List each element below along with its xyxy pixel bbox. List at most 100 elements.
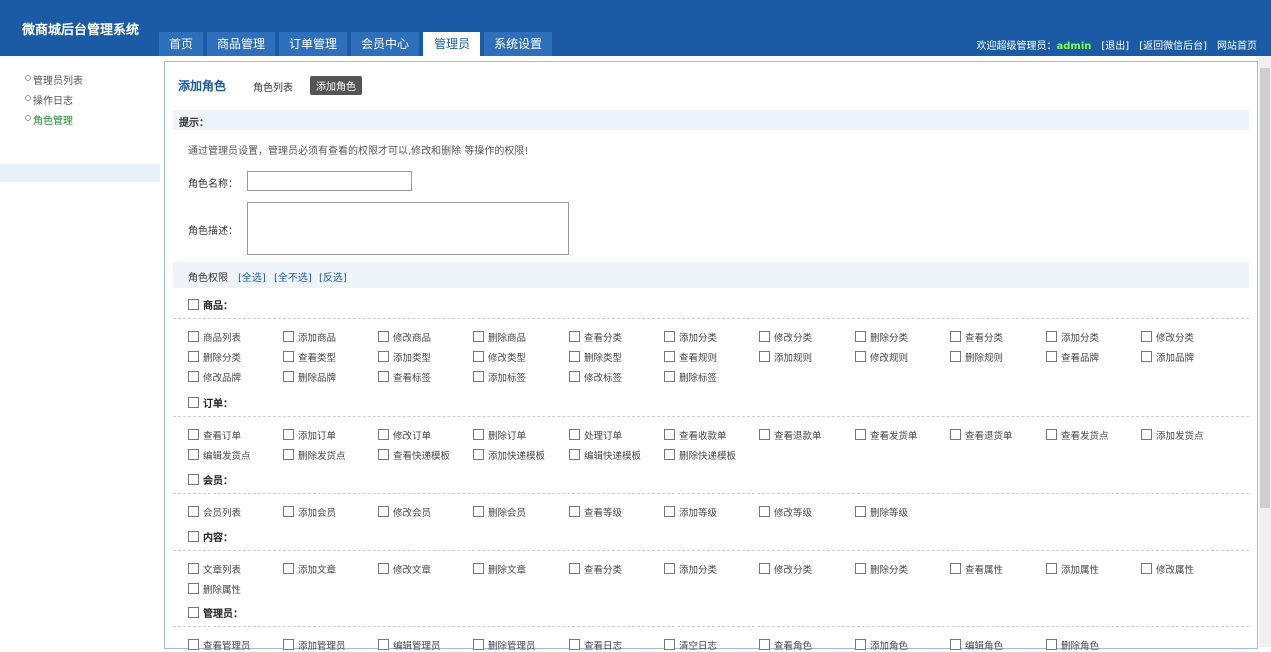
- checkbox[interactable]: [378, 331, 389, 342]
- permission-checkbox[interactable]: 商品列表: [188, 330, 241, 344]
- permission-checkbox[interactable]: 添加类型: [378, 350, 431, 364]
- permission-checkbox[interactable]: 修改商品: [378, 330, 431, 344]
- checkbox[interactable]: [759, 351, 770, 362]
- nav-tab[interactable]: 商品管理: [207, 32, 276, 56]
- checkbox[interactable]: [378, 371, 389, 382]
- permission-checkbox[interactable]: 添加分类: [1046, 330, 1099, 344]
- permission-checkbox[interactable]: 修改订单: [378, 428, 431, 442]
- permission-checkbox[interactable]: 删除订单: [473, 428, 526, 442]
- checkbox[interactable]: [378, 563, 389, 574]
- checkbox[interactable]: [569, 563, 580, 574]
- permission-checkbox[interactable]: 查看订单: [188, 428, 241, 442]
- nav-tab[interactable]: 首页: [159, 32, 204, 56]
- checkbox[interactable]: [1046, 351, 1057, 362]
- permission-checkbox[interactable]: 添加发货点: [1141, 428, 1204, 442]
- permission-checkbox[interactable]: 查看品牌: [1046, 350, 1099, 364]
- checkbox[interactable]: [664, 371, 675, 382]
- permission-checkbox[interactable]: 删除标签: [664, 370, 717, 384]
- checkbox[interactable]: [188, 429, 199, 440]
- back-wechat-link[interactable]: [返回微信后台]: [1139, 37, 1207, 52]
- checkbox[interactable]: [378, 429, 389, 440]
- permission-checkbox[interactable]: 修改标签: [569, 370, 622, 384]
- permission-checkbox[interactable]: 查看快递模板: [378, 448, 450, 462]
- permission-checkbox[interactable]: 查看收款单: [664, 428, 727, 442]
- permission-checkbox[interactable]: 会员列表: [188, 505, 241, 519]
- checkbox[interactable]: [283, 449, 294, 460]
- permission-checkbox[interactable]: 修改会员: [378, 505, 431, 519]
- checkbox[interactable]: [188, 299, 199, 310]
- checkbox[interactable]: [759, 639, 770, 650]
- checkbox[interactable]: [188, 474, 199, 485]
- permission-checkbox[interactable]: 添加文章: [283, 562, 336, 576]
- nav-tab[interactable]: 系统设置: [484, 32, 553, 56]
- select-none-link[interactable]: [全不选]: [274, 269, 312, 284]
- checkbox[interactable]: [950, 639, 961, 650]
- permission-checkbox[interactable]: 查看分类: [950, 330, 1003, 344]
- checkbox[interactable]: [473, 449, 484, 460]
- checkbox[interactable]: [188, 531, 199, 542]
- checkbox[interactable]: [283, 351, 294, 362]
- invert-select-link[interactable]: [反选]: [319, 269, 347, 284]
- checkbox[interactable]: [855, 331, 866, 342]
- permission-checkbox[interactable]: 删除商品: [473, 330, 526, 344]
- permission-checkbox[interactable]: 查看日志: [569, 638, 622, 652]
- sidebar-item-role-management[interactable]: 角色管理: [25, 112, 73, 127]
- checkbox[interactable]: [283, 563, 294, 574]
- checkbox[interactable]: [569, 639, 580, 650]
- checkbox[interactable]: [759, 563, 770, 574]
- checkbox[interactable]: [473, 563, 484, 574]
- checkbox[interactable]: [950, 429, 961, 440]
- checkbox[interactable]: [1141, 351, 1152, 362]
- checkbox[interactable]: [855, 429, 866, 440]
- permission-checkbox[interactable]: 删除管理员: [473, 638, 536, 652]
- checkbox[interactable]: [569, 429, 580, 440]
- checkbox[interactable]: [664, 331, 675, 342]
- permission-checkbox[interactable]: 修改规则: [855, 350, 908, 364]
- checkbox[interactable]: [283, 506, 294, 517]
- permission-group-header[interactable]: 会员：: [188, 472, 233, 487]
- checkbox[interactable]: [188, 583, 199, 594]
- scrollbar-thumb[interactable]: [1260, 68, 1270, 508]
- checkbox[interactable]: [1046, 563, 1057, 574]
- permission-checkbox[interactable]: 查看规则: [664, 350, 717, 364]
- permission-checkbox[interactable]: 添加管理员: [283, 638, 346, 652]
- checkbox[interactable]: [950, 331, 961, 342]
- permission-checkbox[interactable]: 删除分类: [855, 330, 908, 344]
- permission-checkbox[interactable]: 修改类型: [473, 350, 526, 364]
- checkbox[interactable]: [188, 607, 199, 618]
- permission-checkbox[interactable]: 删除分类: [188, 350, 241, 364]
- checkbox[interactable]: [664, 563, 675, 574]
- permission-checkbox[interactable]: 修改分类: [759, 330, 812, 344]
- permission-checkbox[interactable]: 查看退货单: [950, 428, 1013, 442]
- logout-link[interactable]: [退出]: [1101, 37, 1129, 52]
- checkbox[interactable]: [1046, 639, 1057, 650]
- checkbox[interactable]: [1141, 331, 1152, 342]
- site-home-link[interactable]: 网站首页: [1217, 37, 1257, 52]
- checkbox[interactable]: [473, 351, 484, 362]
- checkbox[interactable]: [569, 351, 580, 362]
- checkbox[interactable]: [759, 506, 770, 517]
- permission-checkbox[interactable]: 修改分类: [759, 562, 812, 576]
- permission-checkbox[interactable]: 删除属性: [188, 582, 241, 596]
- checkbox[interactable]: [473, 639, 484, 650]
- checkbox[interactable]: [950, 351, 961, 362]
- checkbox[interactable]: [569, 506, 580, 517]
- checkbox[interactable]: [759, 331, 770, 342]
- checkbox[interactable]: [855, 639, 866, 650]
- tab-add-role[interactable]: 添加角色: [310, 76, 362, 95]
- checkbox[interactable]: [759, 429, 770, 440]
- permission-checkbox[interactable]: 添加品牌: [1141, 350, 1194, 364]
- checkbox[interactable]: [855, 563, 866, 574]
- checkbox[interactable]: [188, 563, 199, 574]
- checkbox[interactable]: [473, 371, 484, 382]
- permission-group-header[interactable]: 内容：: [188, 529, 233, 544]
- role-desc-textarea[interactable]: [247, 202, 569, 255]
- permission-checkbox[interactable]: 查看标签: [378, 370, 431, 384]
- permission-checkbox[interactable]: 处理订单: [569, 428, 622, 442]
- checkbox[interactable]: [664, 639, 675, 650]
- permission-checkbox[interactable]: 删除分类: [855, 562, 908, 576]
- permission-checkbox[interactable]: 添加订单: [283, 428, 336, 442]
- checkbox[interactable]: [664, 449, 675, 460]
- checkbox[interactable]: [283, 371, 294, 382]
- checkbox[interactable]: [473, 429, 484, 440]
